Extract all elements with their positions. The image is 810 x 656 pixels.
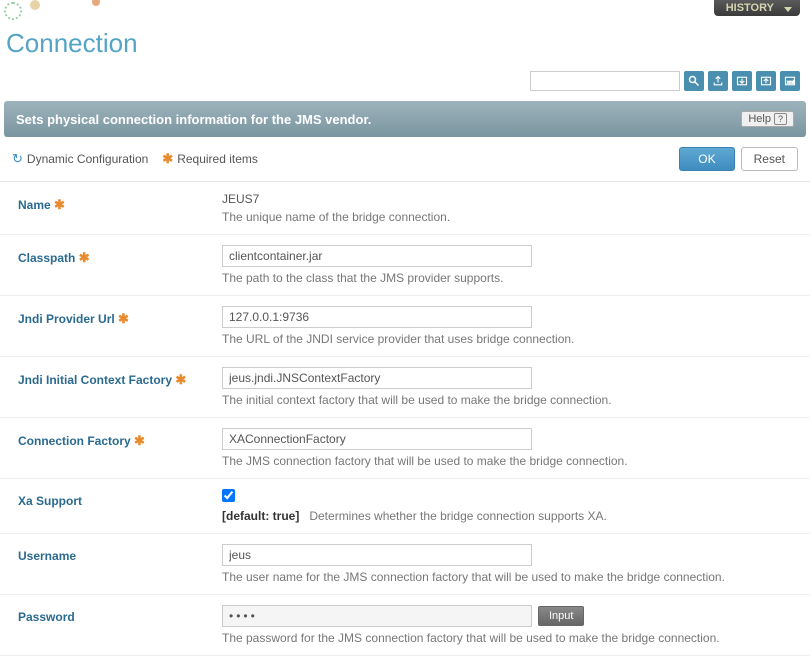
jndi-url-input[interactable] xyxy=(222,306,532,328)
name-label: Name ✱ xyxy=(0,182,210,234)
help-icon: ? xyxy=(774,113,787,125)
export-icon[interactable] xyxy=(708,71,728,91)
classpath-desc: The path to the class that the JMS provi… xyxy=(222,271,798,285)
search-input[interactable] xyxy=(530,71,680,91)
username-label: Username xyxy=(0,534,210,594)
svg-text:xml: xml xyxy=(787,79,794,84)
conn-factory-desc: The JMS connection factory that will be … xyxy=(222,454,798,468)
xa-label: Xa Support xyxy=(0,479,210,533)
jndi-factory-desc: The initial context factory that will be… xyxy=(222,393,798,407)
password-label: Password xyxy=(0,595,210,655)
page-title: Connection xyxy=(0,24,810,67)
banner-text: Sets physical connection information for… xyxy=(16,112,371,127)
name-desc: The unique name of the bridge connection… xyxy=(222,210,798,224)
ok-button[interactable]: OK xyxy=(679,147,734,171)
xml-export-icon[interactable] xyxy=(756,71,776,91)
xml-import-icon[interactable] xyxy=(732,71,752,91)
refresh-icon: ↻ xyxy=(12,151,23,167)
name-value: JEUS7 xyxy=(222,192,798,206)
search-icon[interactable] xyxy=(684,71,704,91)
conn-factory-label: Connection Factory ✱ xyxy=(0,418,210,478)
password-desc: The password for the JMS connection fact… xyxy=(222,631,798,645)
help-button[interactable]: Help ? xyxy=(741,111,794,127)
classpath-label: Classpath ✱ xyxy=(0,235,210,295)
xml-view-icon[interactable]: xml xyxy=(780,71,800,91)
top-decoration: HISTORY xyxy=(0,0,810,24)
jndi-factory-label: Jndi Initial Context Factory ✱ xyxy=(0,357,210,417)
xa-desc: [default: true] Determines whether the b… xyxy=(222,509,798,523)
required-legend: ✱ Required items xyxy=(162,151,258,167)
search-toolbar: xml xyxy=(0,67,810,101)
jndi-factory-input[interactable] xyxy=(222,367,532,389)
legend-row: ↻ Dynamic Configuration ✱ Required items… xyxy=(0,137,810,182)
classpath-input[interactable] xyxy=(222,245,532,267)
dynamic-config-legend: ↻ Dynamic Configuration xyxy=(12,151,148,167)
jndi-url-desc: The URL of the JNDI service provider tha… xyxy=(222,332,798,346)
required-star-icon: ✱ xyxy=(162,151,173,167)
xa-checkbox[interactable] xyxy=(222,489,235,502)
conn-factory-input[interactable] xyxy=(222,428,532,450)
description-banner: Sets physical connection information for… xyxy=(4,101,806,137)
username-desc: The user name for the JMS connection fac… xyxy=(222,570,798,584)
username-input[interactable] xyxy=(222,544,532,566)
reset-button[interactable]: Reset xyxy=(741,147,798,171)
jndi-url-label: Jndi Provider Url ✱ xyxy=(0,296,210,356)
password-input[interactable] xyxy=(222,605,532,627)
password-input-button[interactable]: Input xyxy=(538,606,584,626)
form-table: Name ✱ JEUS7 The unique name of the brid… xyxy=(0,182,810,656)
history-dropdown[interactable]: HISTORY xyxy=(714,0,800,16)
